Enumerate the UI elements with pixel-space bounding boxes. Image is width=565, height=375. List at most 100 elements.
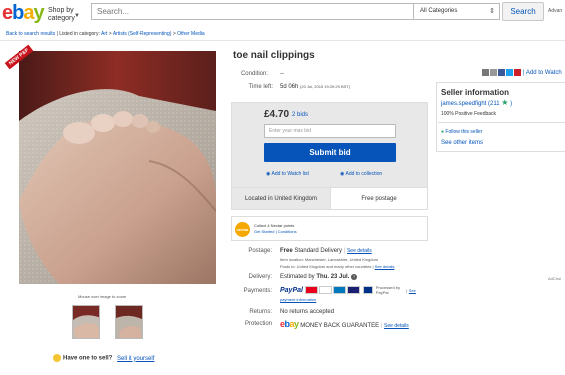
plus-icon: ● xyxy=(441,129,445,135)
foot-photo xyxy=(19,51,216,284)
time-left-value: 5d 06h xyxy=(280,84,299,90)
payments-label: Payments: xyxy=(243,288,272,294)
paypal-logo: PayPal xyxy=(280,286,303,294)
money-back-guarantee: MONEY BACK GUARANTEE xyxy=(300,323,380,329)
star-icon: ★ xyxy=(501,98,509,107)
have-one-label: Have one to sell? xyxy=(63,355,113,362)
nectar-links[interactable]: Get Started | Conditions xyxy=(254,229,297,234)
seller-divider xyxy=(438,122,565,123)
payment-methods: PayPal Processed by PayPal | See xyxy=(280,285,416,295)
condition-value: -- xyxy=(280,71,284,77)
nectar-box: nectar Collect 4 Nectar points Get Start… xyxy=(231,216,428,241)
visa-icon xyxy=(318,286,332,294)
thumbnail-image-2 xyxy=(116,306,142,338)
processed-by-paypal: Processed by PayPal xyxy=(375,285,401,295)
delivery-value: Estimated by Thu. 23 Jul. ? xyxy=(280,274,358,280)
breadcrumb: Back to search results | Listed in categ… xyxy=(6,31,205,37)
end-time: (20 Jul, 2015 19:20:29 BST) xyxy=(300,84,351,89)
delivery-date: Thu. 23 Jul. xyxy=(316,274,350,280)
returns-value: No returns accepted xyxy=(280,309,335,315)
free-postage-tab: Free postage xyxy=(330,187,427,209)
search-input[interactable] xyxy=(92,4,397,19)
add-to-collection-link[interactable]: ◉ Add to collection xyxy=(340,171,382,177)
max-bid-input[interactable]: Enter your max bid xyxy=(264,124,396,138)
postage-value: Free Standard Delivery | See details xyxy=(280,248,372,254)
collection-icon: ◉ xyxy=(340,171,345,177)
logo-b: b xyxy=(12,2,24,24)
advanced-search-link[interactable]: Advan xyxy=(548,8,562,14)
sell-prompt: Have one to sell? Sell it yourself xyxy=(53,354,154,362)
shop-by-category[interactable]: Shop by category ▼ xyxy=(48,7,80,23)
thumbnail-2[interactable] xyxy=(115,305,143,339)
paypal-icon xyxy=(362,286,373,294)
seller-heading: Seller information xyxy=(441,88,510,97)
nectar-points: Collect 4 Nectar points xyxy=(254,223,295,228)
listed-in-label: | Listed in category: xyxy=(56,31,100,37)
category-selected-label: All Categories xyxy=(420,8,458,14)
seller-name-link[interactable]: james.speedfight xyxy=(441,101,486,107)
protection-see-details-link[interactable]: See details xyxy=(384,323,409,329)
shop-by-line2: category xyxy=(48,15,75,22)
logo-y: y xyxy=(33,2,44,24)
back-to-results-link[interactable]: Back to search results xyxy=(6,31,55,37)
facebook-icon[interactable] xyxy=(498,69,505,76)
category-select[interactable]: All Categories ⇕ xyxy=(414,3,500,20)
breadcrumb-art[interactable]: Art xyxy=(101,31,107,37)
sell-it-yourself-link[interactable]: Sell it yourself xyxy=(117,356,154,362)
posts-see-details-link[interactable]: See details xyxy=(375,264,395,269)
delivery-label: Delivery: xyxy=(248,274,272,280)
see-other-items-link[interactable]: See other items xyxy=(441,140,483,146)
breadcrumb-artists[interactable]: Artists (Self-Representing) xyxy=(113,31,172,37)
add-to-watch-list-link[interactable]: ◉ Add to Watch list xyxy=(266,171,309,177)
follow-seller-label: Follow this seller xyxy=(445,129,483,135)
add-to-watch-link[interactable]: | Add to Watch xyxy=(523,70,562,76)
breadcrumb-other-media[interactable]: Other Media xyxy=(177,31,205,37)
current-price: £4.70 xyxy=(264,109,290,120)
email-icon[interactable] xyxy=(482,69,489,76)
posts-to: Posts to: United Kingdom and many other … xyxy=(280,264,395,269)
mastercard-icon xyxy=(304,286,318,294)
seller-name-row: james.speedfight (211 ★ ) xyxy=(441,98,512,107)
posts-to-text: Posts to: United Kingdom and many other … xyxy=(280,264,372,269)
payment-information-link[interactable]: payment information xyxy=(280,297,316,302)
payments-see-link[interactable]: See xyxy=(409,288,416,293)
delivery-estimated: Estimated by xyxy=(280,274,315,280)
help-icon[interactable]: ? xyxy=(351,274,358,280)
select-arrows-icon: ⇕ xyxy=(489,8,495,15)
add-to-watch-list-label: Add to Watch list xyxy=(271,171,309,177)
search-button[interactable]: Search xyxy=(502,2,544,21)
protection-value: ebay MONEY BACK GUARANTEE | See details xyxy=(280,319,409,329)
main-item-image[interactable] xyxy=(19,51,216,284)
item-title: toe nail clippings xyxy=(233,50,315,61)
bid-count-link[interactable]: 2 bids xyxy=(292,112,308,118)
postage-free: Free xyxy=(280,248,293,254)
adchoices-link[interactable]: AdChoi xyxy=(548,276,561,281)
protection-label: Protection xyxy=(244,321,272,327)
logo-e: e xyxy=(2,2,13,24)
thumbnail-1[interactable] xyxy=(72,305,100,339)
ebay-logo[interactable]: ebay xyxy=(2,2,45,24)
twitter-icon[interactable] xyxy=(506,69,513,76)
time-left-label: Time left: xyxy=(248,84,273,90)
print-icon[interactable] xyxy=(490,69,497,76)
positive-feedback: 100% Positive Feedback xyxy=(441,111,497,117)
share-icons xyxy=(482,69,522,76)
postage-see-details-link[interactable]: See details xyxy=(347,248,372,254)
pinterest-icon[interactable] xyxy=(514,69,521,76)
time-left: 5d 06h (20 Jul, 2015 19:20:29 BST) xyxy=(280,84,350,90)
add-to-collection-label: Add to collection xyxy=(345,171,383,177)
thumbnail-image-1 xyxy=(73,306,99,338)
postage-label: Postage: xyxy=(248,248,272,254)
nectar-logo: nectar xyxy=(235,222,250,237)
eye-icon: ◉ xyxy=(266,171,271,177)
submit-bid-button[interactable]: Submit bid xyxy=(264,143,396,162)
ebay-mbg-logo: ebay xyxy=(280,319,299,329)
lightbulb-icon xyxy=(53,354,61,362)
follow-seller-link[interactable]: ● Follow this seller xyxy=(441,129,482,135)
postage-type: Standard Delivery xyxy=(294,248,343,254)
breadcrumb-sep: > xyxy=(108,31,112,37)
chevron-down-icon: ▼ xyxy=(74,13,80,19)
logo-a: a xyxy=(23,2,34,24)
seller-score[interactable]: (211 xyxy=(488,101,500,107)
condition-label: Condition: xyxy=(240,71,268,77)
